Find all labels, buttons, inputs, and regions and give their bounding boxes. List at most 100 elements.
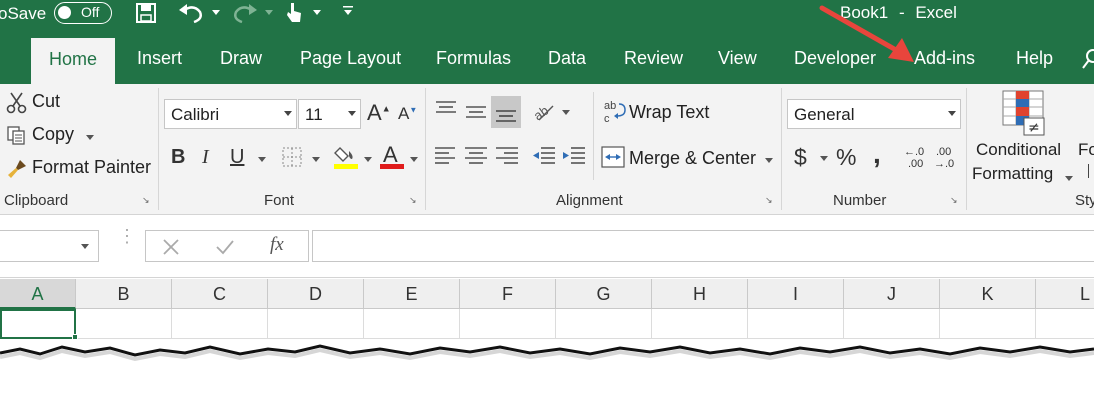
grow-font-letter: A bbox=[367, 100, 382, 125]
align-top-icon[interactable] bbox=[433, 98, 459, 124]
conditional-dropdown-icon bbox=[1065, 176, 1073, 181]
font-color-button[interactable]: A bbox=[380, 142, 406, 170]
tab-data[interactable]: Data bbox=[548, 48, 586, 69]
conditional-formatting-button[interactable]: ≠ Conditional Formatting bbox=[970, 88, 1076, 188]
font-color-swatch bbox=[380, 164, 404, 169]
increase-decimal-button[interactable]: ←.0 .00 bbox=[904, 146, 930, 174]
chevron-down-icon bbox=[948, 111, 956, 116]
tab-draw[interactable]: Draw bbox=[220, 48, 262, 69]
align-right-icon[interactable] bbox=[494, 144, 520, 170]
font-launcher-icon[interactable]: ↘ bbox=[409, 195, 419, 205]
undo-dropdown-icon[interactable] bbox=[212, 10, 220, 15]
font-size-select[interactable]: 11 bbox=[298, 99, 361, 129]
borders-dropdown-icon[interactable] bbox=[312, 157, 320, 162]
align-left-icon[interactable] bbox=[433, 144, 459, 170]
currency-dropdown-icon[interactable] bbox=[820, 156, 828, 161]
column-header[interactable]: C bbox=[172, 279, 268, 309]
percent-button[interactable]: % bbox=[836, 144, 856, 171]
merge-dropdown-icon[interactable] bbox=[765, 158, 773, 163]
name-box-dropdown-icon[interactable] bbox=[81, 244, 89, 249]
column-header[interactable]: K bbox=[940, 279, 1036, 309]
tab-help[interactable]: Help bbox=[1016, 48, 1053, 69]
fill-color-dropdown-icon[interactable] bbox=[364, 157, 372, 162]
customize-toolbar-icon[interactable] bbox=[342, 4, 354, 16]
column-header[interactable]: A bbox=[0, 279, 76, 309]
column-header[interactable]: G bbox=[556, 279, 652, 309]
tab-add-ins[interactable]: Add-ins bbox=[914, 48, 975, 69]
decrease-decimal-button[interactable]: .00 →.0 bbox=[934, 146, 962, 174]
svg-text:ab: ab bbox=[531, 103, 551, 124]
inc-decimal-bottom: .00 bbox=[908, 158, 924, 170]
column-header[interactable]: B bbox=[76, 279, 172, 309]
cancel-icon[interactable] bbox=[162, 238, 180, 256]
increase-indent-icon[interactable] bbox=[561, 144, 587, 170]
wrap-text-label: Wrap Text bbox=[629, 102, 710, 122]
column-header[interactable]: L bbox=[1036, 279, 1094, 309]
decrease-indent-icon[interactable] bbox=[531, 144, 557, 170]
currency-button[interactable]: $ bbox=[794, 144, 807, 171]
tab-formulas[interactable]: Formulas bbox=[436, 48, 511, 69]
tab-insert[interactable]: Insert bbox=[137, 48, 182, 69]
font-name-value: Calibri bbox=[171, 105, 220, 124]
column-header[interactable]: J bbox=[844, 279, 940, 309]
underline-button[interactable]: U bbox=[230, 146, 244, 169]
formula-bar: ⋮ fx bbox=[0, 216, 1094, 278]
underline-dropdown-icon[interactable] bbox=[258, 157, 266, 162]
autosave-toggle[interactable]: Off bbox=[54, 2, 112, 24]
font-name-select[interactable]: Calibri bbox=[164, 99, 297, 129]
italic-button[interactable]: I bbox=[202, 146, 209, 169]
touch-dropdown-icon[interactable] bbox=[313, 10, 321, 15]
save-icon[interactable] bbox=[135, 2, 157, 24]
column-header[interactable]: H bbox=[652, 279, 748, 309]
tab-view[interactable]: View bbox=[718, 48, 757, 69]
group-divider bbox=[158, 88, 159, 210]
formula-input[interactable] bbox=[312, 230, 1094, 262]
number-format-select[interactable]: General bbox=[787, 99, 961, 129]
copy-icon bbox=[7, 126, 25, 145]
tab-home[interactable]: Home bbox=[31, 38, 116, 84]
formula-bar-grip-icon[interactable]: ⋮ bbox=[118, 227, 136, 245]
undo-icon[interactable] bbox=[176, 0, 206, 26]
touch-mode-icon[interactable] bbox=[284, 0, 304, 26]
grow-font-icon[interactable]: A▲ bbox=[367, 100, 391, 126]
align-bottom-button[interactable] bbox=[491, 96, 521, 128]
number-launcher-icon[interactable]: ↘ bbox=[950, 195, 960, 205]
comma-style-button[interactable]: , bbox=[873, 138, 881, 170]
column-header[interactable]: I bbox=[748, 279, 844, 309]
conditional-label-line2: Formatting bbox=[972, 164, 1054, 183]
align-middle-icon[interactable] bbox=[463, 98, 489, 124]
redo-icon[interactable] bbox=[230, 0, 260, 26]
column-header[interactable]: F bbox=[460, 279, 556, 309]
search-icon[interactable] bbox=[1082, 48, 1094, 72]
tab-review[interactable]: Review bbox=[624, 48, 683, 69]
formula-buttons: fx bbox=[145, 230, 309, 262]
app-name: Excel bbox=[915, 3, 957, 22]
orientation-dropdown-icon[interactable] bbox=[562, 110, 570, 115]
group-divider bbox=[966, 88, 967, 210]
alignment-group-label: Alignment bbox=[556, 192, 623, 209]
insert-function-button[interactable]: fx bbox=[270, 234, 284, 256]
dec-decimal-top: .00 bbox=[936, 146, 952, 158]
copy-dropdown-icon[interactable] bbox=[86, 135, 94, 140]
column-header[interactable]: D bbox=[268, 279, 364, 309]
alignment-launcher-icon[interactable]: ↘ bbox=[765, 195, 775, 205]
format-as-table-label[interactable]: Fo bbox=[1078, 140, 1094, 160]
align-bottom-icon bbox=[496, 110, 516, 122]
borders-icon[interactable] bbox=[281, 146, 303, 168]
font-color-dropdown-icon[interactable] bbox=[410, 157, 418, 162]
column-header[interactable]: E bbox=[364, 279, 460, 309]
fill-color-icon[interactable] bbox=[334, 142, 360, 170]
orientation-icon[interactable]: ab bbox=[531, 98, 557, 124]
title-bar: oSave Off Book1 - Excel bbox=[0, 0, 1094, 36]
redo-dropdown-icon[interactable] bbox=[265, 10, 273, 15]
bold-button[interactable]: B bbox=[171, 146, 185, 169]
enter-icon[interactable] bbox=[215, 238, 235, 256]
align-center-icon[interactable] bbox=[463, 144, 489, 170]
cut-label: Cut bbox=[32, 91, 61, 111]
styles-group-label: Sty bbox=[1075, 192, 1094, 209]
shrink-font-icon[interactable]: A▼ bbox=[398, 104, 417, 124]
name-box[interactable] bbox=[0, 230, 99, 262]
svg-text:c: c bbox=[604, 113, 610, 125]
clipboard-launcher-icon[interactable]: ↘ bbox=[142, 195, 152, 205]
tab-page-layout[interactable]: Page Layout bbox=[300, 48, 401, 69]
